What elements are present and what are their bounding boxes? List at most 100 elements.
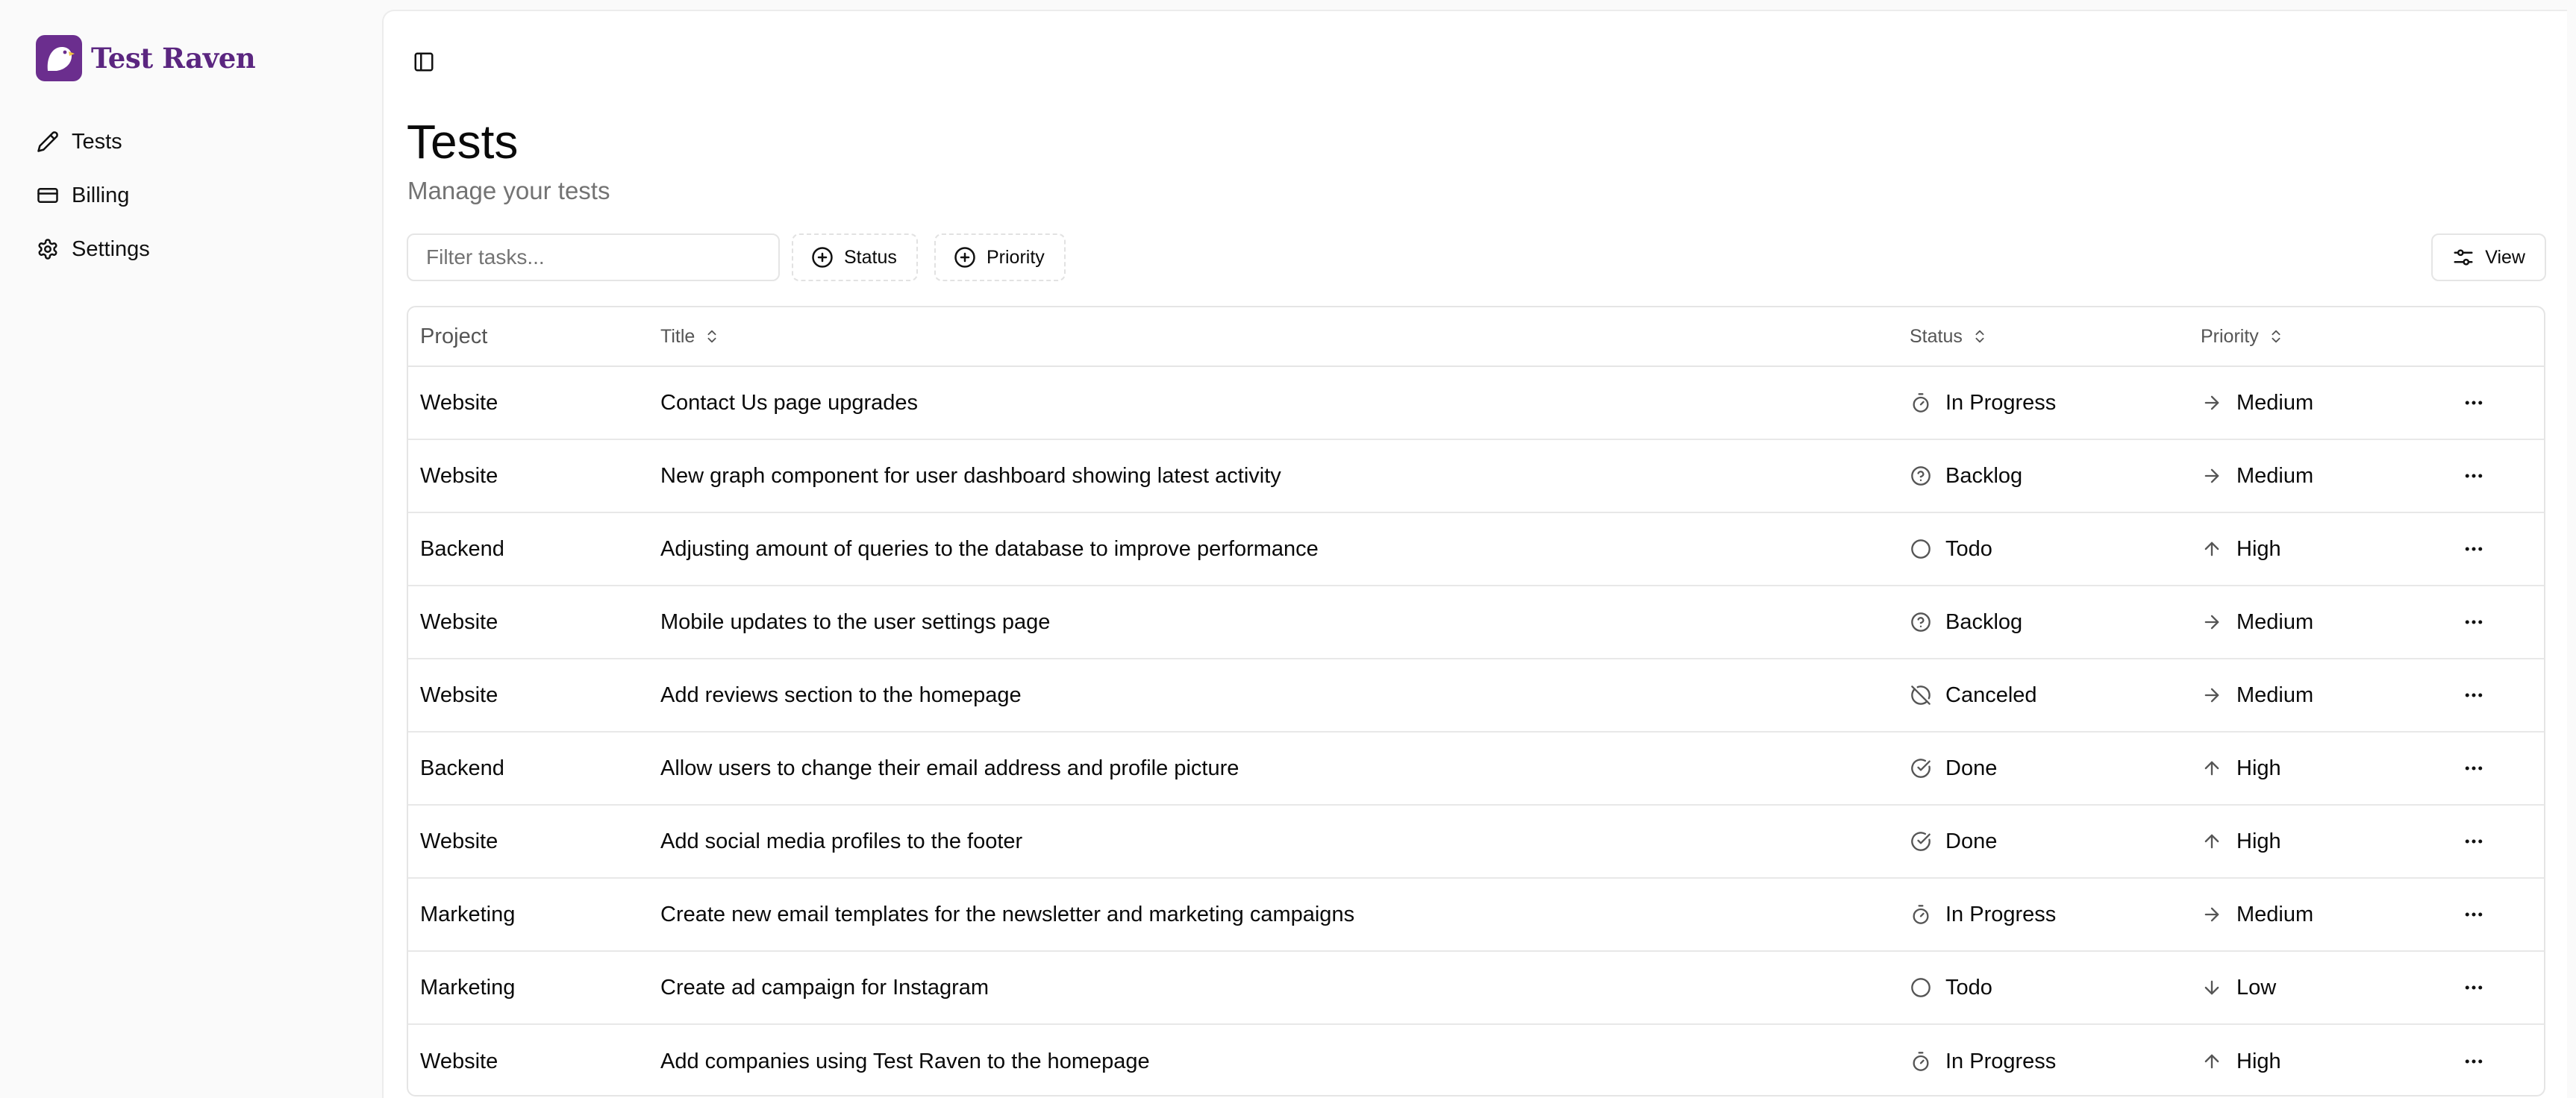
table-row[interactable]: Website Add social media profiles to the … [408,806,2544,879]
arrow-right-icon [2201,392,2223,414]
cell-priority: High [2201,756,2281,781]
table-row[interactable]: Website Add reviews section to the homepa… [408,659,2544,732]
sidebar-item-label: Billing [72,183,130,207]
column-header-priority[interactable]: Priority [2201,326,2284,348]
row-actions-button[interactable] [2453,821,2495,862]
cell-status: Done [1910,756,1997,781]
priority-text: High [2236,756,2281,780]
circle-off-icon [1910,684,1932,706]
more-horizontal-icon [2463,684,2485,706]
cell-title: Create ad campaign for Instagram [660,975,990,1000]
column-header-label: Priority [2201,325,2259,347]
cell-priority: Medium [2201,903,2313,927]
circle-icon [1910,538,1932,560]
row-actions-button[interactable] [2453,1041,2495,1082]
cell-status: Backlog [1910,610,2022,635]
page-subtitle: Manage your tests [407,177,610,204]
arrow-right-icon [2201,465,2223,487]
row-actions-button[interactable] [2453,455,2495,497]
status-text: Todo [1945,975,1992,1000]
column-header-project: Project [420,324,488,348]
cell-priority: Medium [2201,683,2313,708]
status-text: In Progress [1945,390,2057,415]
status-text: Canceled [1945,683,2037,707]
column-header-title[interactable]: Title [660,326,720,348]
table-row[interactable]: Marketing Create ad campaign for Instagra… [408,952,2544,1025]
sidebar-toggle-button[interactable] [406,44,442,80]
credit-card-icon [36,183,60,207]
sliders-icon [2454,249,2473,266]
more-horizontal-icon [2463,538,2485,560]
table-header-row: Project Title Status Priority [408,307,2544,367]
status-text: Backlog [1945,609,2023,634]
table-row[interactable]: Website New graph component for user dash… [408,440,2544,513]
cell-title: Allow users to change their email addres… [660,756,1239,780]
chevrons-up-down-icon [1975,330,1984,343]
sidebar-item-label: Settings [72,236,150,261]
status-filter-button[interactable]: Status [792,233,918,281]
timer-icon [1910,392,1932,414]
cell-project: Marketing [420,975,516,1000]
arrow-right-icon [2201,611,2223,633]
column-header-label: Title [660,325,695,347]
arrow-up-icon [2201,1050,2223,1073]
view-options-button[interactable]: View [2431,233,2546,281]
cell-priority: Low [2201,976,2276,1000]
raven-logo-icon [36,35,82,81]
plus-circle-icon [954,247,975,268]
table-row[interactable]: Backend Adjusting amount of queries to th… [408,513,2544,586]
gear-icon [36,237,60,261]
cell-priority: High [2201,829,2281,854]
sidebar-item-tests[interactable]: Tests [36,119,122,164]
more-horizontal-icon [2463,611,2485,633]
status-text: Backlog [1945,463,2023,488]
chevrons-up-down-icon [707,330,716,343]
cell-project: Marketing [420,902,516,926]
help-circle-icon [1910,465,1932,487]
row-actions-button[interactable] [2453,894,2495,935]
more-horizontal-icon [2463,757,2485,779]
sidebar-item-settings[interactable]: Settings [36,227,150,272]
table-row[interactable]: Website Contact Us page upgrades In Progre… [408,367,2544,440]
arrow-right-icon [2201,684,2223,706]
row-actions-button[interactable] [2453,674,2495,716]
priority-filter-button[interactable]: Priority [934,233,1066,281]
pencil-icon [36,130,60,154]
row-actions-button[interactable] [2453,967,2495,1008]
cell-project: Website [420,390,498,415]
column-header-label: Status [1910,325,1963,347]
brand-logo-link[interactable]: Test Raven [36,35,256,81]
table-row[interactable]: Website Mobile updates to the user settin… [408,586,2544,659]
column-header-status[interactable]: Status [1910,326,1988,348]
row-actions-button[interactable] [2453,382,2495,424]
cell-status: In Progress [1910,391,2056,415]
cell-status: In Progress [1910,1050,2056,1074]
timer-icon [1910,903,1932,926]
table-row[interactable]: Website Add companies using Test Raven to… [408,1025,2544,1095]
plus-circle-icon [812,247,833,268]
cell-priority: Medium [2201,464,2313,489]
check-circle-icon [1910,757,1932,779]
row-actions-button[interactable] [2453,528,2495,570]
cell-project: Website [420,609,498,634]
arrow-right-icon [2201,903,2223,926]
more-horizontal-icon [2463,1050,2485,1073]
row-actions-button[interactable] [2453,747,2495,789]
more-horizontal-icon [2463,465,2485,487]
priority-text: Medium [2236,902,2314,926]
status-text: In Progress [1945,902,2057,926]
more-horizontal-icon [2463,830,2485,853]
cell-priority: Medium [2201,391,2313,415]
page-title: Tests [407,115,519,169]
table-row[interactable]: Backend Allow users to change their email… [408,732,2544,806]
arrow-down-icon [2201,976,2223,999]
table-row[interactable]: Marketing Create new email templates for … [408,879,2544,952]
arrow-up-icon [2201,538,2223,560]
filter-tasks-input[interactable] [407,233,780,281]
more-horizontal-icon [2463,976,2485,999]
sidebar-item-billing[interactable]: Billing [36,173,129,218]
cell-status: Backlog [1910,464,2022,489]
priority-text: Medium [2236,463,2314,488]
row-actions-button[interactable] [2453,601,2495,643]
cell-status: In Progress [1910,903,2056,927]
